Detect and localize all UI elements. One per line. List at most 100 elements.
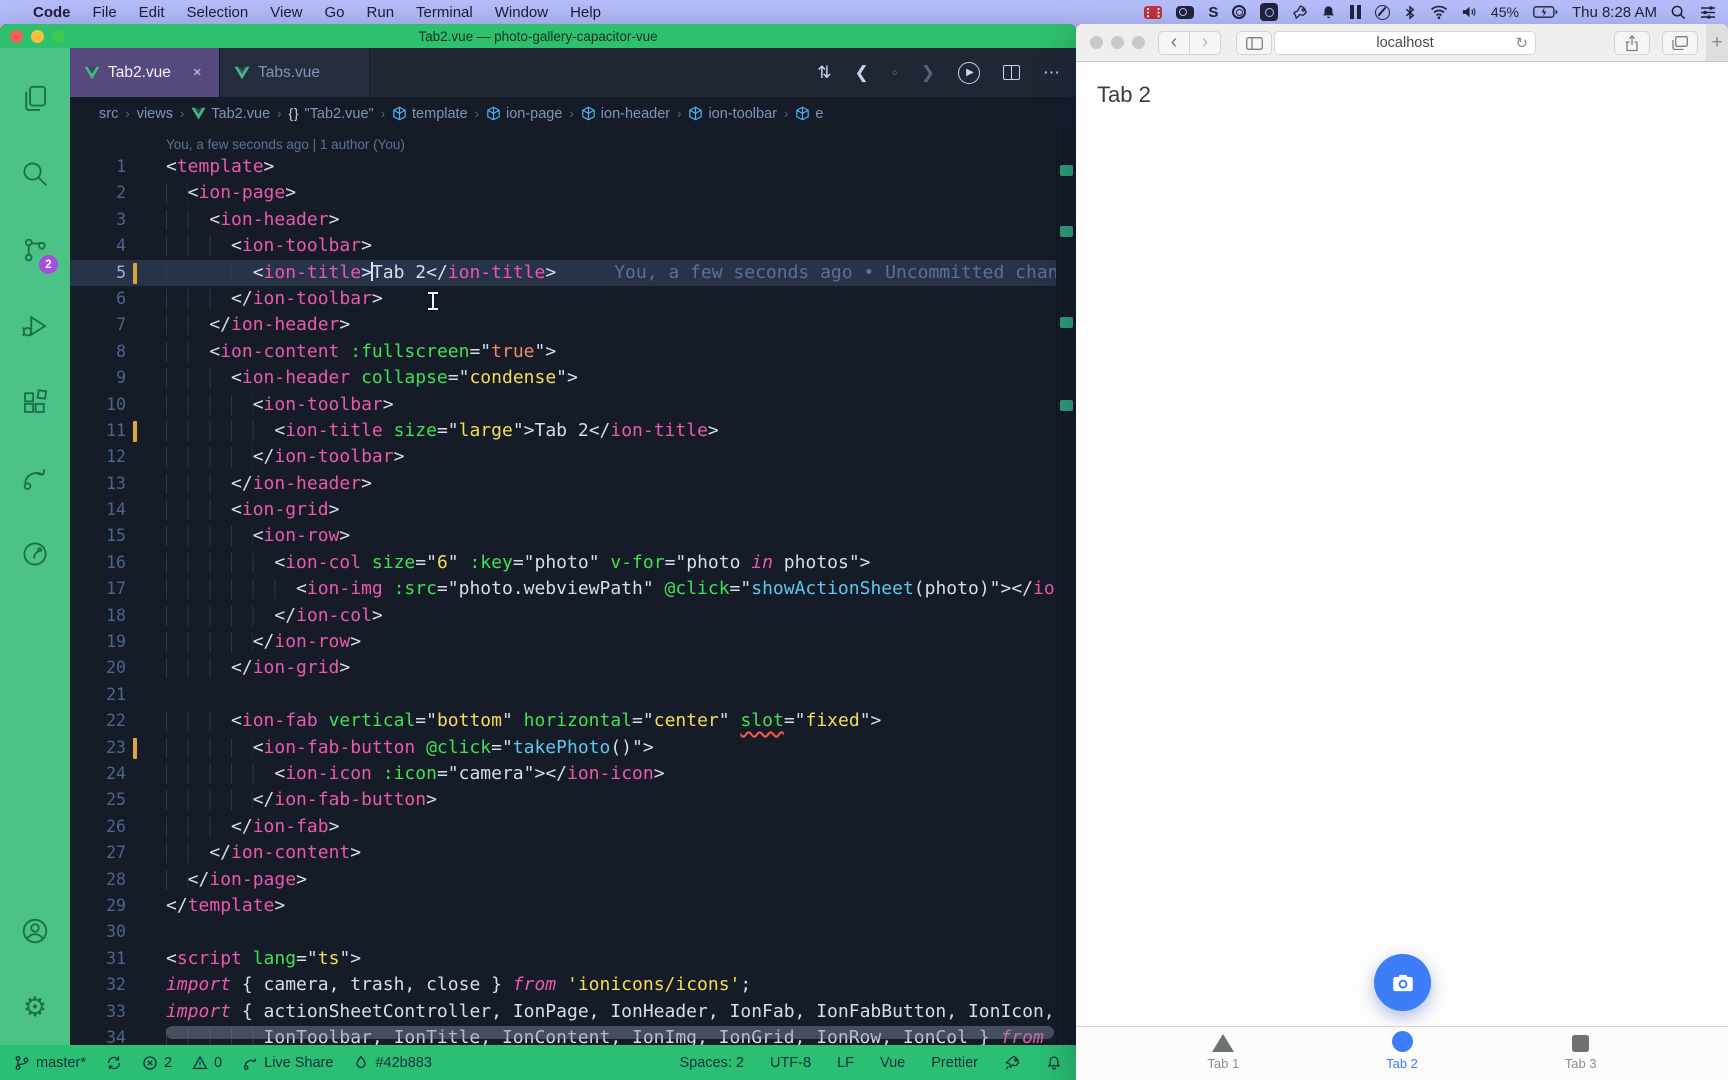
- code-line-29[interactable]: 29</template>: [70, 893, 1076, 919]
- navigate-forward-icon[interactable]: ❯: [921, 63, 935, 83]
- code-line-3[interactable]: 3<ion-header>: [70, 207, 1076, 233]
- s-app-icon[interactable]: S: [1208, 3, 1218, 21]
- tab-bar-item-tab-3[interactable]: Tab 3: [1491, 1033, 1670, 1080]
- safari-tab-overview-button[interactable]: [1662, 31, 1698, 55]
- horizontal-scrollbar[interactable]: [166, 1026, 1054, 1039]
- code-line-17[interactable]: 17<ion-img :src="photo.webviewPath" @cli…: [70, 576, 1076, 602]
- code-line-6[interactable]: 6</ion-toolbar>: [70, 286, 1076, 312]
- vscode-titlebar[interactable]: Tab2.vue — photo-gallery-capacitor-vue: [0, 24, 1076, 48]
- menu-code[interactable]: Code: [22, 4, 82, 21]
- testing-icon[interactable]: [0, 516, 70, 592]
- camera-fab-button[interactable]: [1374, 954, 1431, 1011]
- code-line-7[interactable]: 7</ion-header>: [70, 312, 1076, 338]
- rocket-menu-icon[interactable]: [1292, 3, 1307, 21]
- status-rocket[interactable]: [1004, 1055, 1020, 1071]
- code-line-20[interactable]: 20</ion-grid>: [70, 655, 1076, 681]
- close-tab-icon[interactable]: ×: [193, 64, 202, 81]
- status-0[interactable]: 0: [192, 1055, 222, 1071]
- code-line-22[interactable]: 22<ion-fab vertical="bottom" horizontal=…: [70, 708, 1076, 734]
- code-line-19[interactable]: 19</ion-row>: [70, 629, 1076, 655]
- breadcrumb-tab2-vue[interactable]: Tab2.vue: [191, 106, 270, 122]
- status-sync[interactable]: [106, 1055, 122, 1071]
- menu-help[interactable]: Help: [559, 4, 612, 21]
- overview-ruler[interactable]: [1056, 130, 1076, 1045]
- tab-bar-item-tab-1[interactable]: Tab 1: [1134, 1033, 1313, 1080]
- run-file-icon[interactable]: ▶: [958, 62, 980, 84]
- breadcrumb-ion-toolbar[interactable]: ion-toolbar: [688, 106, 777, 122]
- close-window-button[interactable]: [10, 30, 23, 43]
- wifi-icon[interactable]: [1430, 3, 1448, 21]
- safari-close-button[interactable]: [1090, 36, 1103, 49]
- safari-traffic-lights[interactable]: [1090, 36, 1145, 49]
- safari-back-button[interactable]: ‹: [1158, 31, 1190, 55]
- breadcrumbs[interactable]: src›views›Tab2.vue›{}"Tab2.vue"›template…: [70, 97, 1076, 130]
- safari-address-bar[interactable]: localhost ↻: [1274, 31, 1536, 55]
- breadcrumb--tab2-vue-[interactable]: {}"Tab2.vue": [289, 106, 374, 122]
- window-manager-icon[interactable]: [1260, 3, 1278, 21]
- explorer-icon[interactable]: [0, 60, 70, 136]
- safari-sidebar-button[interactable]: [1236, 31, 1272, 55]
- code-line-9[interactable]: 9<ion-header collapse="condense">: [70, 365, 1076, 391]
- menu-edit[interactable]: Edit: [128, 4, 176, 21]
- code-line-32[interactable]: 32import { camera, trash, close } from '…: [70, 972, 1076, 998]
- menu-run[interactable]: Run: [356, 4, 406, 21]
- breadcrumb-ion-header[interactable]: ion-header: [581, 106, 670, 122]
- minimize-window-button[interactable]: [31, 30, 44, 43]
- safari-forward-button[interactable]: ›: [1189, 31, 1221, 55]
- breadcrumb-src[interactable]: src: [99, 106, 118, 122]
- menu-selection[interactable]: Selection: [176, 4, 260, 21]
- safari-share-button[interactable]: [1614, 31, 1650, 55]
- status-live-share[interactable]: Live Share: [242, 1055, 333, 1071]
- editor-tab-tabs.vue[interactable]: Tabs.vue: [220, 48, 370, 97]
- menu-go[interactable]: Go: [314, 4, 356, 21]
- code-line-26[interactable]: 26</ion-fab>: [70, 814, 1076, 840]
- code-line-28[interactable]: 28</ion-page>: [70, 867, 1076, 893]
- code-line-5[interactable]: 5<ion-title>Tab 2</ion-title>You, a few …: [70, 260, 1076, 286]
- navigate-back-icon[interactable]: ❮: [854, 63, 868, 83]
- code-line-11[interactable]: 11<ion-title size="large">Tab 2</ion-tit…: [70, 418, 1076, 444]
- code-line-18[interactable]: 18</ion-col>: [70, 603, 1076, 629]
- video-app-icon[interactable]: [1176, 3, 1194, 21]
- breadcrumb-template[interactable]: template: [392, 106, 468, 122]
- code-line-2[interactable]: 2<ion-page>: [70, 180, 1076, 206]
- code-line-15[interactable]: 15<ion-row>: [70, 523, 1076, 549]
- editor-tab-tab2.vue[interactable]: Tab2.vue×: [70, 48, 220, 97]
- code-line-14[interactable]: 14<ion-grid>: [70, 497, 1076, 523]
- volume-icon[interactable]: [1462, 3, 1477, 21]
- safari-minimize-button[interactable]: [1111, 36, 1124, 49]
- code-line-16[interactable]: 16<ion-col size="6" :key="photo" v-for="…: [70, 550, 1076, 576]
- menu-terminal[interactable]: Terminal: [405, 4, 484, 21]
- code-line-12[interactable]: 12</ion-toolbar>: [70, 444, 1076, 470]
- run-debug-icon[interactable]: [0, 288, 70, 364]
- code-line-4[interactable]: 4<ion-toolbar>: [70, 233, 1076, 259]
- more-actions-icon[interactable]: ⋯: [1043, 63, 1060, 83]
- status-lf[interactable]: LF: [837, 1055, 854, 1071]
- status-prettier[interactable]: Prettier: [931, 1055, 978, 1071]
- status-master-[interactable]: master*: [14, 1055, 86, 1071]
- safari-new-tab-button[interactable]: +: [1706, 24, 1728, 61]
- code-line-30[interactable]: 30: [70, 919, 1076, 945]
- bluetooth-icon[interactable]: [1404, 3, 1416, 21]
- record-icon[interactable]: [1232, 3, 1246, 21]
- breadcrumb-views[interactable]: views: [137, 106, 173, 122]
- compare-changes-icon[interactable]: ⇅: [817, 63, 831, 83]
- code-line-10[interactable]: 10<ion-toolbar>: [70, 392, 1076, 418]
- code-editor[interactable]: You, a few seconds ago | 1 author (You) …: [70, 130, 1076, 1045]
- code-line-27[interactable]: 27</ion-content>: [70, 840, 1076, 866]
- status-utf-8[interactable]: UTF-8: [770, 1055, 811, 1071]
- tab-bar-item-tab-2[interactable]: Tab 2: [1313, 1033, 1492, 1080]
- film-app-icon[interactable]: [1144, 3, 1162, 21]
- reload-icon[interactable]: ↻: [1515, 34, 1528, 52]
- search-icon[interactable]: [0, 136, 70, 212]
- control-center-icon[interactable]: [1700, 3, 1716, 21]
- code-line-31[interactable]: 31<script lang="ts">: [70, 946, 1076, 972]
- code-line-33[interactable]: 33import { actionSheetController, IonPag…: [70, 999, 1076, 1025]
- notification-bell-icon[interactable]: [1321, 3, 1336, 21]
- split-editor-icon[interactable]: [1003, 65, 1020, 80]
- breadcrumb-e[interactable]: e: [795, 106, 823, 122]
- sidebar-toggle-icon[interactable]: [1350, 3, 1361, 21]
- code-line-13[interactable]: 13</ion-header>: [70, 471, 1076, 497]
- status-spaces-2[interactable]: Spaces: 2: [679, 1055, 744, 1071]
- code-line-23[interactable]: 23<ion-fab-button @click="takePhoto()">: [70, 735, 1076, 761]
- status-vue[interactable]: Vue: [880, 1055, 905, 1071]
